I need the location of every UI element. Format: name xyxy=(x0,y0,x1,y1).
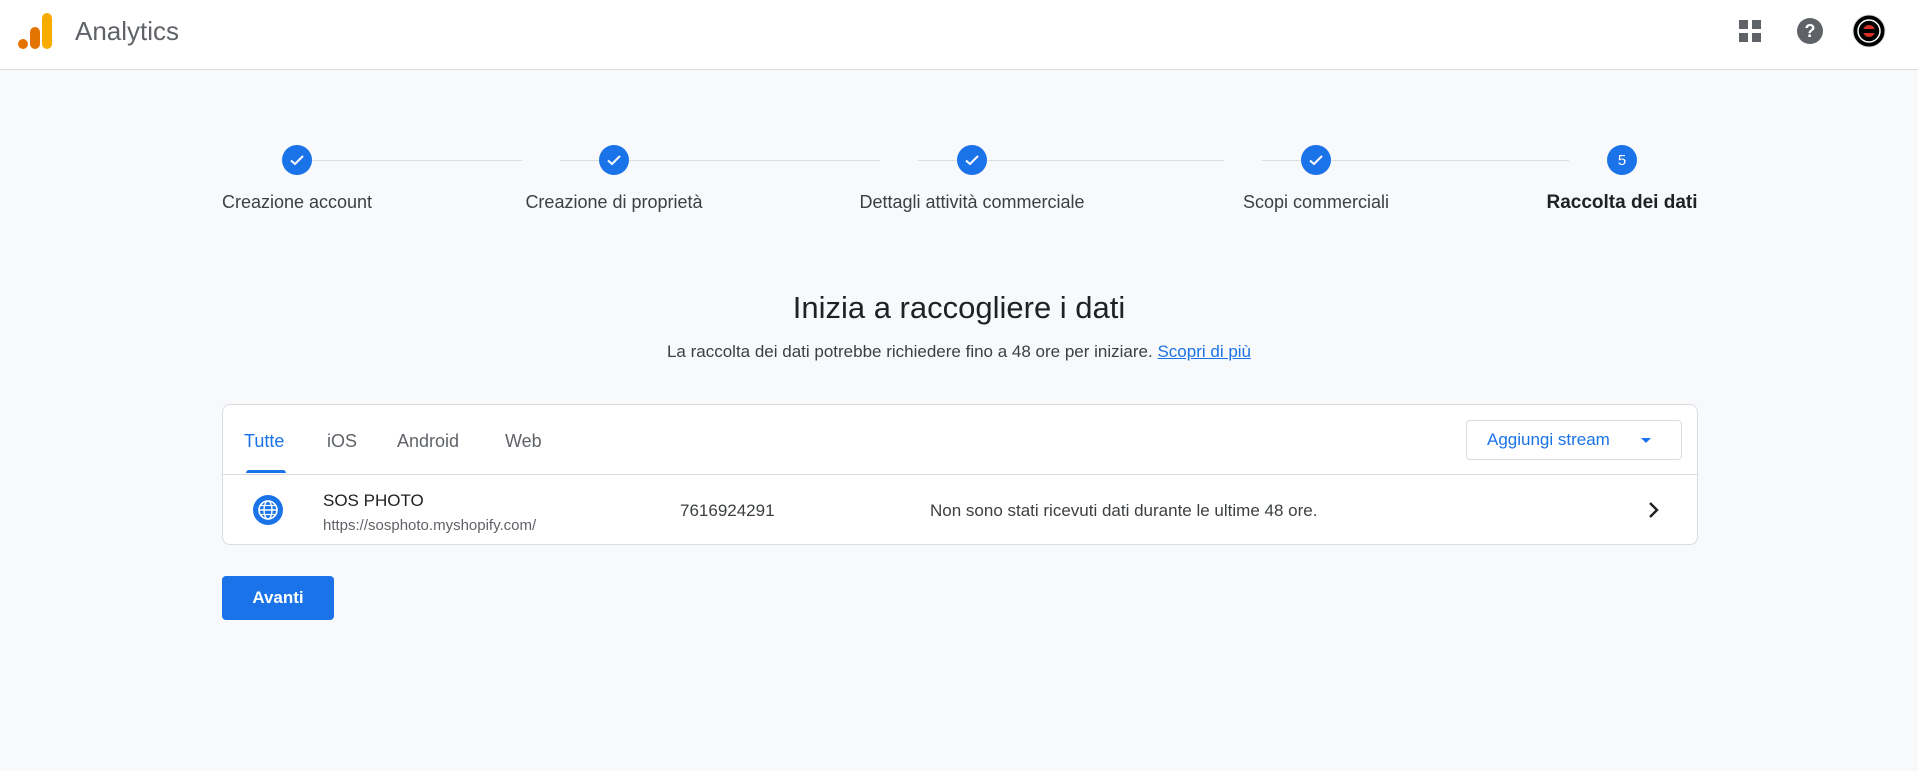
step-label: Scopi commerciali xyxy=(1242,192,1390,212)
step-business-objectives: Scopi commerciali xyxy=(1166,143,1466,213)
check-icon xyxy=(599,145,629,175)
step-number: 5 xyxy=(1607,145,1637,175)
chevron-right-icon[interactable] xyxy=(1641,498,1665,522)
page-title: Inizia a raccogliere i dati xyxy=(792,290,1126,325)
step-label: Creazione account xyxy=(221,192,373,212)
stream-status: Non sono stati ricevuti dati durante le … xyxy=(930,501,1318,520)
add-stream-label: Aggiungi stream xyxy=(1487,430,1610,449)
svg-text:?: ? xyxy=(1805,21,1816,41)
step-property-creation: Creazione di proprietà xyxy=(464,143,764,213)
tab-web[interactable]: Web xyxy=(505,431,542,452)
stream-url: https://sosphoto.myshopify.com/ xyxy=(323,517,537,534)
stream-name: SOS PHOTO xyxy=(323,491,424,510)
dropdown-arrow-icon xyxy=(1641,438,1651,443)
stream-row[interactable]: SOS PHOTO https://sosphoto.myshopify.com… xyxy=(223,475,1697,545)
active-tab-indicator xyxy=(246,470,286,473)
tab-all[interactable]: Tutte xyxy=(244,431,284,452)
page-subtitle: La raccolta dei dati potrebbe richiedere… xyxy=(0,342,1918,362)
help-icon[interactable]: ? xyxy=(1793,14,1827,48)
step-label: Creazione di proprietà xyxy=(525,192,703,212)
check-icon xyxy=(282,145,312,175)
setup-stepper: Creazione account Creazione di proprietà… xyxy=(222,143,1698,223)
top-app-bar: Analytics ? xyxy=(0,0,1918,70)
step-label: Raccolta dei dati xyxy=(1546,192,1698,213)
platform-tabs: Tutte iOS Android Web Aggiungi stream xyxy=(223,405,1697,475)
data-streams-card: Tutte iOS Android Web Aggiungi stream SO… xyxy=(222,404,1698,545)
apps-grid-icon[interactable] xyxy=(1733,14,1767,48)
step-label: Dettagli attività commerciale xyxy=(859,192,1085,212)
check-icon xyxy=(1301,145,1331,175)
step-data-collection: 5 Raccolta dei dati xyxy=(1472,143,1772,214)
app-title: Analytics xyxy=(75,16,180,46)
learn-more-link[interactable]: Scopri di più xyxy=(1157,342,1251,361)
next-button[interactable]: Avanti xyxy=(222,576,334,620)
check-icon xyxy=(957,145,987,175)
subtitle-text: La raccolta dei dati potrebbe richiedere… xyxy=(666,342,1153,361)
web-globe-icon xyxy=(253,495,283,525)
tab-ios[interactable]: iOS xyxy=(327,431,357,452)
analytics-logo-icon[interactable] xyxy=(18,13,54,51)
account-avatar[interactable] xyxy=(1852,14,1886,48)
add-stream-button[interactable]: Aggiungi stream xyxy=(1466,420,1682,460)
step-business-details: Dettagli attività commerciale xyxy=(822,143,1122,213)
step-account-creation: Creazione account xyxy=(147,143,447,213)
tab-android[interactable]: Android xyxy=(397,431,459,452)
stream-id: 7616924291 xyxy=(680,501,775,520)
